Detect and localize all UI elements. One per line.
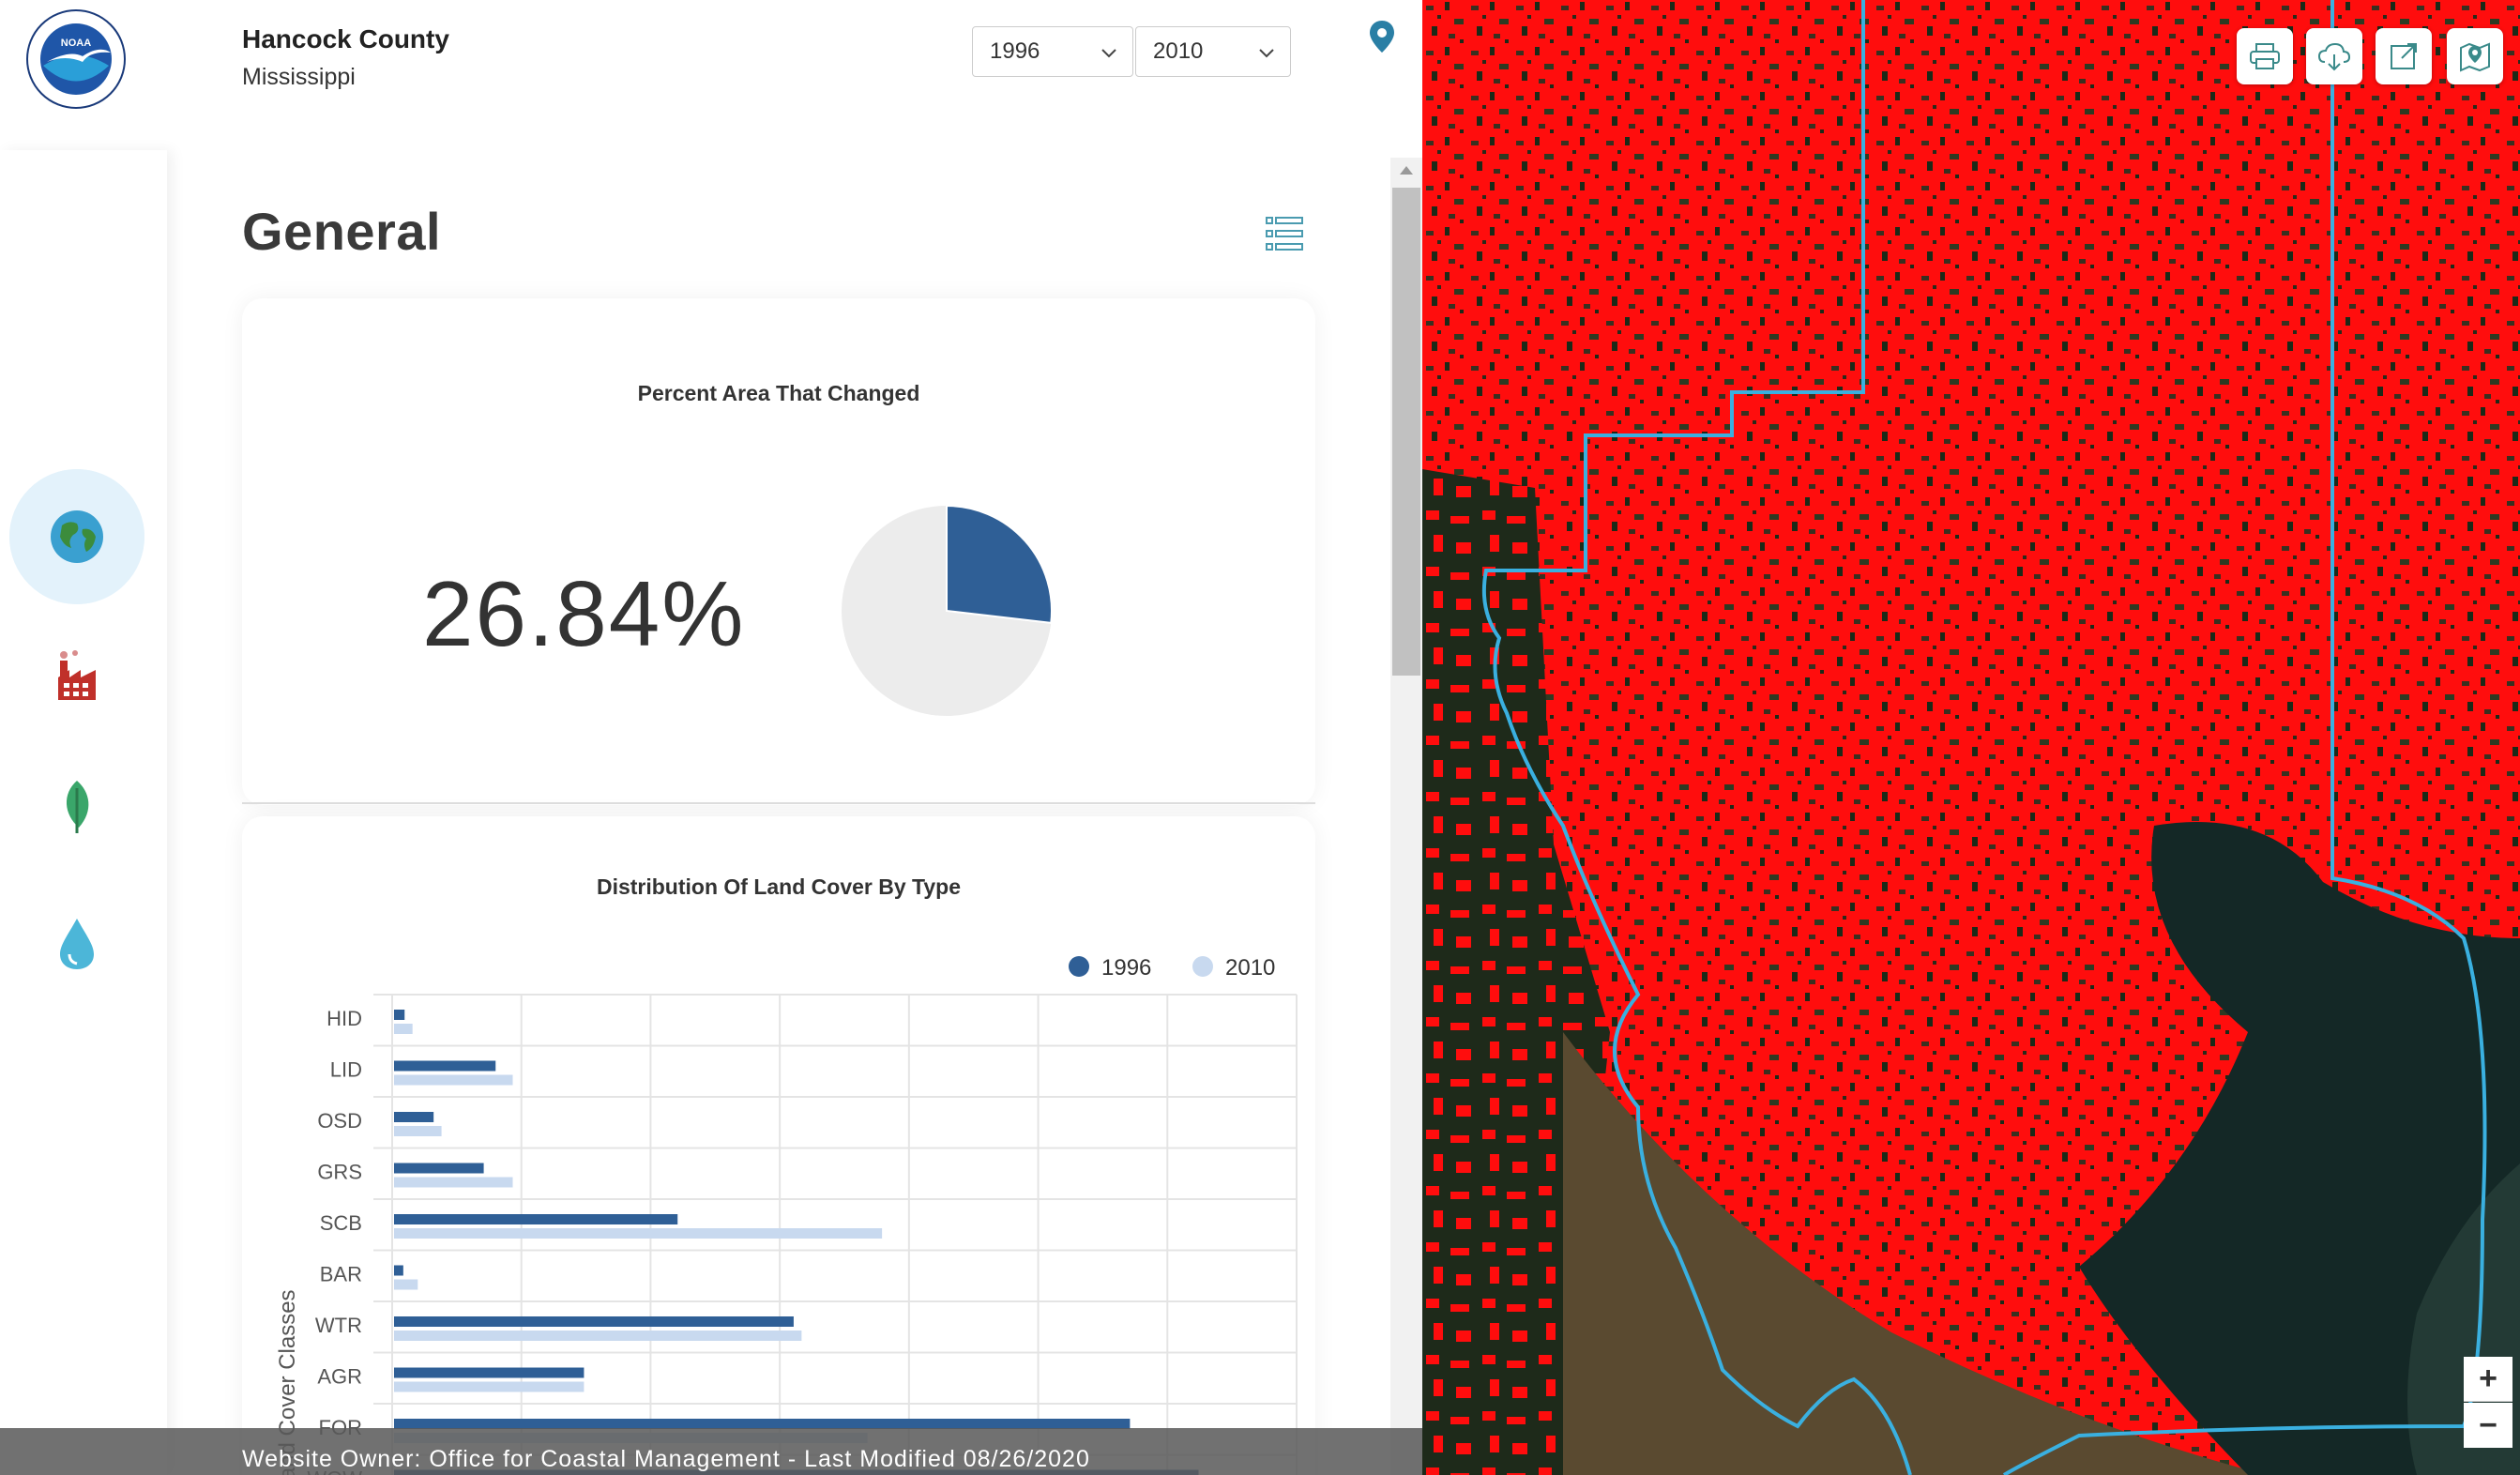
bar-agr-2010 — [394, 1381, 584, 1392]
cloud-download-icon — [2317, 42, 2351, 71]
location-pin-icon[interactable] — [1368, 19, 1396, 59]
list-view-icon[interactable] — [1265, 214, 1304, 258]
land-change-map[interactable] — [1422, 0, 2520, 1475]
zoom-in-button[interactable]: + — [2464, 1357, 2512, 1402]
legend-marker-2010 — [1192, 956, 1213, 977]
category-label-osd: OSD — [317, 1109, 362, 1133]
bar-grs-1996 — [394, 1163, 484, 1174]
county-title: Hancock County — [242, 24, 449, 53]
bar-wtr-2010 — [394, 1331, 802, 1341]
map-layers-button[interactable] — [2447, 28, 2503, 84]
card-divider — [242, 802, 1315, 804]
land-cover-bar-chart: 1996 2010Land Cover ClassesHIDLIDOSDGRSSC… — [275, 955, 1298, 1475]
start-year-select[interactable]: 1996 — [972, 26, 1133, 77]
chevron-down-icon — [1101, 49, 1116, 58]
factory-icon — [58, 650, 96, 700]
svg-text:NOAA: NOAA — [61, 38, 91, 49]
end-year-select[interactable]: 2010 — [1135, 26, 1291, 77]
bar-lid-1996 — [394, 1060, 496, 1072]
bar-grs-2010 — [394, 1177, 513, 1188]
water-drop-icon — [60, 919, 94, 969]
printer-icon — [2250, 43, 2280, 69]
land-cover-distribution-card: Distribution Of Land Cover By Type 1996 2… — [242, 816, 1315, 1475]
map-pin-icon — [2460, 42, 2490, 72]
external-link-icon — [2391, 43, 2417, 69]
scroll-up-arrow-icon[interactable] — [1398, 163, 1415, 176]
nav-water[interactable] — [9, 876, 144, 1011]
zoom-in-label: + — [2479, 1361, 2497, 1396]
bar-hid-2010 — [394, 1024, 413, 1034]
print-button[interactable] — [2237, 28, 2293, 84]
category-label-wtr: WTR — [315, 1314, 362, 1337]
zoom-out-button[interactable]: − — [2464, 1403, 2512, 1448]
category-label-scb: SCB — [320, 1211, 362, 1235]
percent-change-card: Percent Area That Changed 26.84% — [242, 298, 1315, 805]
open-external-button[interactable] — [2376, 28, 2432, 84]
noaa-logo: NOAA — [24, 8, 128, 111]
footer-text: Website Owner: Office for Coastal Manage… — [242, 1446, 1090, 1472]
download-button[interactable] — [2306, 28, 2362, 84]
pie-slice-changed — [946, 504, 1053, 625]
scrollbar-thumb[interactable] — [1392, 188, 1420, 676]
category-label-lid: LID — [330, 1058, 362, 1082]
bar-scb-2010 — [394, 1228, 883, 1239]
bar-scb-1996 — [394, 1214, 678, 1224]
percent-change-pie — [842, 504, 1053, 716]
bar-bar-2010 — [394, 1279, 418, 1290]
bar-hid-1996 — [394, 1010, 405, 1020]
leaf-icon — [66, 781, 89, 833]
state-name: Mississippi — [242, 64, 356, 90]
side-panel: NOAA Hancock County Mississippi 1996 201… — [0, 0, 1422, 1475]
nav-vegetation[interactable] — [9, 739, 144, 874]
legend-label-1996: 1996 — [1101, 955, 1151, 981]
nav-general[interactable] — [9, 469, 144, 604]
legend-label-2010: 2010 — [1225, 955, 1275, 981]
globe-icon — [51, 510, 103, 563]
category-label-agr: AGR — [317, 1365, 362, 1389]
bar-bar-1996 — [394, 1265, 403, 1276]
end-year-value: 2010 — [1153, 38, 1204, 64]
legend-marker-1996 — [1069, 956, 1089, 977]
map-view[interactable]: + − — [1422, 0, 2520, 1475]
footer: Website Owner: Office for Coastal Manage… — [0, 1428, 1422, 1475]
percent-change-value: 26.84% — [422, 562, 746, 665]
bar-osd-2010 — [394, 1126, 442, 1136]
percent-change-title: Percent Area That Changed — [637, 381, 920, 405]
zoom-out-label: − — [2479, 1407, 2497, 1443]
nav-development[interactable] — [9, 608, 144, 743]
category-label-grs: GRS — [317, 1161, 362, 1184]
bar-osd-1996 — [394, 1112, 434, 1122]
category-label-hid: HID — [326, 1007, 362, 1030]
bar-wtr-1996 — [394, 1316, 794, 1327]
bar-lid-2010 — [394, 1074, 513, 1086]
start-year-value: 1996 — [990, 38, 1040, 64]
section-title: General — [242, 202, 442, 261]
category-label-bar: BAR — [320, 1263, 362, 1286]
chevron-down-icon — [1259, 49, 1274, 58]
bar-agr-1996 — [394, 1367, 584, 1378]
